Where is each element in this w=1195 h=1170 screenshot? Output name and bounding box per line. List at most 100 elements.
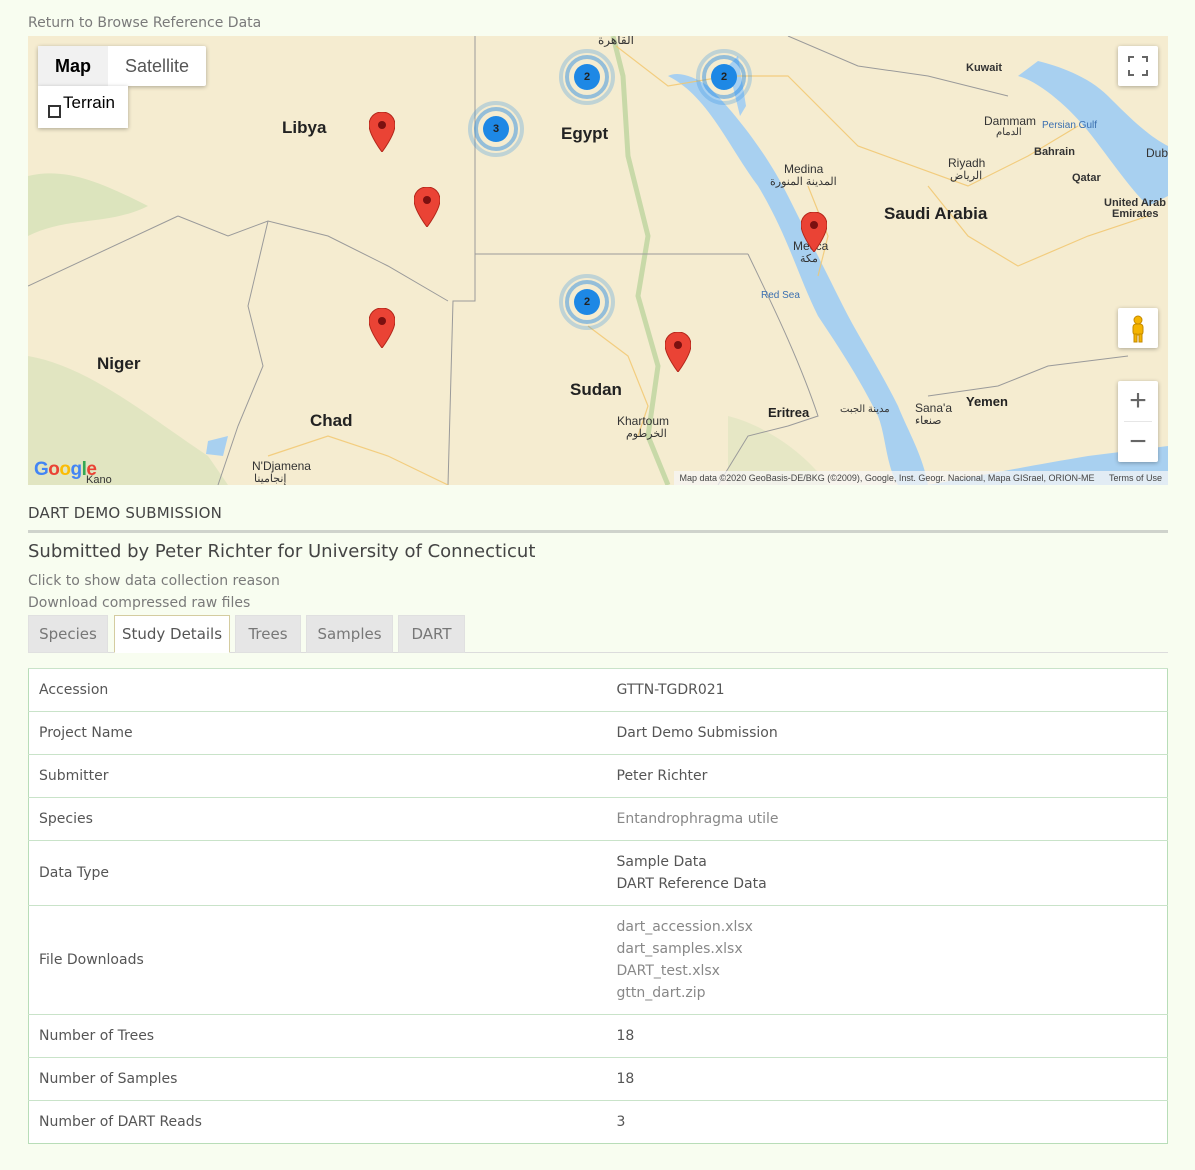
row-label: Number of Trees (28, 1014, 607, 1058)
map-type-control: Map Satellite (38, 46, 207, 86)
row-value: GTTN-TGDR021 (606, 668, 1168, 712)
terrain-checkbox[interactable] (48, 105, 61, 118)
submission-title: DART DEMO SUBMISSION (28, 504, 1168, 533)
label-sanaa-ar: صنعاء (915, 415, 942, 427)
cluster-count: 2 (583, 296, 591, 308)
label-riyadh-ar: الرياض (950, 170, 983, 182)
attribution-text: Map data ©2020 GeoBasis-DE/BKG (©2009), … (679, 473, 1095, 483)
terrain-label: Terrain (63, 93, 115, 112)
return-to-browse-link[interactable]: Return to Browse Reference Data (28, 15, 261, 31)
row-value: Peter Richter (606, 754, 1168, 798)
map-view[interactable]: Libya Egypt Niger Chad Sudan Saudi Arabi… (28, 36, 1168, 485)
table-row: Data Type Sample Data DART Reference Dat… (28, 840, 1168, 906)
row-label: Number of DART Reads (28, 1100, 607, 1144)
map-marker[interactable] (369, 308, 395, 348)
label-bahrain: Bahrain (1034, 146, 1075, 158)
label-persian-gulf: Persian Gulf (1042, 120, 1098, 131)
label-red-sea: Red Sea (761, 290, 800, 301)
download-raw-files-link[interactable]: Download compressed raw files (28, 595, 250, 611)
file-download-link[interactable]: dart_samples.xlsx (617, 938, 1158, 960)
map-marker[interactable] (801, 212, 827, 252)
submitted-by: Submitted by Peter Richter for Universit… (28, 541, 536, 562)
street-view-button[interactable] (1118, 308, 1158, 348)
label-jeddah-ar: مدينة الجبت (840, 404, 890, 415)
cluster-count: 3 (492, 123, 500, 135)
study-details-table: Accession GTTN-TGDR021 Project Name Dart… (28, 668, 1168, 1144)
table-row: Species Entandrophragma utile (28, 797, 1168, 841)
zoom-control: + − (1118, 381, 1158, 462)
label-khartoum-ar: الخرطوم (626, 428, 667, 440)
label-kuwait: Kuwait (966, 62, 1003, 74)
row-label: Number of Samples (28, 1057, 607, 1101)
tab-trees[interactable]: Trees (235, 615, 301, 653)
label-sanaa: Sana'a (915, 401, 952, 415)
label-eritrea: Eritrea (768, 405, 810, 420)
label-khartoum: Khartoum (617, 414, 670, 428)
label-medina-ar: المدينة المنورة (770, 176, 837, 188)
tab-dart[interactable]: DART (398, 615, 465, 653)
label-riyadh: Riyadh (948, 156, 986, 170)
label-medina: Medina (784, 162, 824, 176)
label-niger: Niger (97, 354, 141, 373)
row-label: Project Name (28, 711, 607, 755)
fullscreen-icon (1128, 56, 1148, 76)
terms-of-use-link[interactable]: Terms of Use (1109, 473, 1162, 483)
file-download-link[interactable]: DART_test.xlsx (617, 960, 1158, 982)
label-cairo: القاهرة (598, 36, 634, 47)
row-value: Sample Data DART Reference Data (606, 840, 1168, 906)
tab-study-details[interactable]: Study Details (114, 615, 230, 653)
row-label: Data Type (28, 840, 607, 906)
label-dammam-ar: الدمام (996, 127, 1022, 138)
cluster-count: 2 (583, 71, 591, 83)
map-type-satellite-button[interactable]: Satellite (108, 46, 206, 86)
pegman-icon (1132, 315, 1144, 343)
map-marker[interactable] (665, 332, 691, 372)
map-type-map-button[interactable]: Map (38, 46, 108, 86)
map-cluster[interactable]: 2 (696, 49, 752, 105)
file-download-link[interactable]: gttn_dart.zip (617, 982, 1158, 1004)
data-type-item: Sample Data (616, 854, 707, 870)
cluster-count: 2 (720, 71, 728, 83)
species-link[interactable]: Entandrophragma utile (606, 797, 1168, 841)
tab-species[interactable]: Species (28, 615, 108, 653)
label-egypt: Egypt (561, 124, 609, 143)
map-marker[interactable] (369, 112, 395, 152)
row-value: 3 (606, 1100, 1168, 1144)
map-cluster[interactable]: 3 (468, 101, 524, 157)
label-yemen: Yemen (966, 394, 1008, 409)
table-row: Project Name Dart Demo Submission (28, 711, 1168, 755)
table-row: Number of DART Reads 3 (28, 1100, 1168, 1144)
table-row: File Downloads dart_accession.xlsx dart_… (28, 905, 1168, 1015)
label-uae-2: Emirates (1112, 208, 1159, 220)
data-type-item: DART Reference Data (616, 876, 767, 892)
zoom-in-button[interactable]: + (1118, 381, 1158, 421)
google-logo: Google (34, 459, 97, 480)
zoom-out-button[interactable]: − (1118, 422, 1158, 462)
table-row: Number of Trees 18 (28, 1014, 1168, 1058)
label-ndjamena-ar: إنجامينا (254, 473, 287, 485)
row-value: 18 (606, 1057, 1168, 1101)
file-download-link[interactable]: dart_accession.xlsx (617, 916, 1158, 938)
terrain-toggle[interactable]: Terrain (38, 86, 128, 128)
row-label: Species (28, 797, 607, 841)
tab-samples[interactable]: Samples (306, 615, 393, 653)
row-value: Dart Demo Submission (606, 711, 1168, 755)
label-dubai: Dub (1146, 146, 1168, 160)
table-row: Number of Samples 18 (28, 1057, 1168, 1101)
label-mecca-ar: مكة (800, 253, 818, 265)
row-label: Submitter (28, 754, 607, 798)
label-dammam: Dammam (984, 114, 1037, 128)
map-cluster[interactable]: 2 (559, 49, 615, 105)
map-marker[interactable] (414, 187, 440, 227)
label-chad: Chad (310, 411, 353, 430)
show-collection-reason-link[interactable]: Click to show data collection reason (28, 573, 280, 589)
label-ndjamena: N'Djamena (252, 459, 311, 473)
table-row: Submitter Peter Richter (28, 754, 1168, 798)
row-label: Accession (28, 668, 607, 712)
row-value: 18 (606, 1014, 1168, 1058)
label-libya: Libya (282, 118, 327, 137)
fullscreen-button[interactable] (1118, 46, 1158, 86)
row-label: File Downloads (28, 905, 607, 1015)
map-attribution: Map data ©2020 GeoBasis-DE/BKG (©2009), … (673, 471, 1168, 485)
map-cluster[interactable]: 2 (559, 274, 615, 330)
